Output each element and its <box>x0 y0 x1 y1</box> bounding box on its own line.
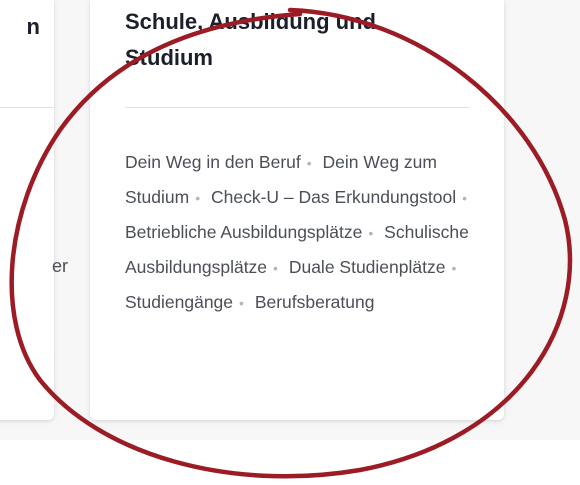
previous-card-text-fragment: er <box>51 256 68 276</box>
link-separator: • <box>462 190 468 206</box>
card-title: Schule, Ausbildung und Studium <box>125 9 376 70</box>
previous-card: n er <box>0 0 68 420</box>
page-background <box>0 440 580 485</box>
link-separator: • <box>306 155 312 171</box>
card-link[interactable]: Berufsberatung <box>255 292 375 312</box>
card-link[interactable]: Duale Studienplätze <box>289 257 446 277</box>
card-divider <box>125 107 469 108</box>
card-link-list: Dein Weg in den Beruf • Dein Weg zum Stud… <box>125 145 477 320</box>
previous-card-divider <box>0 107 54 108</box>
previous-card-title-fragment: n <box>26 14 40 39</box>
link-separator: • <box>239 295 244 311</box>
link-separator: • <box>451 260 457 276</box>
link-separator: • <box>195 190 201 206</box>
link-separator: • <box>368 225 374 241</box>
card-link[interactable]: Check-U – Das Erkundungstool <box>211 187 456 207</box>
card-link[interactable]: Dein Weg in den Beruf <box>125 152 301 172</box>
card-link[interactable]: Studiengänge <box>125 292 233 312</box>
card-link[interactable]: Betriebliche Ausbildungsplätze <box>125 222 362 242</box>
education-card: Schule, Ausbildung und Studium Dein Weg … <box>90 0 504 420</box>
link-separator: • <box>273 260 278 276</box>
